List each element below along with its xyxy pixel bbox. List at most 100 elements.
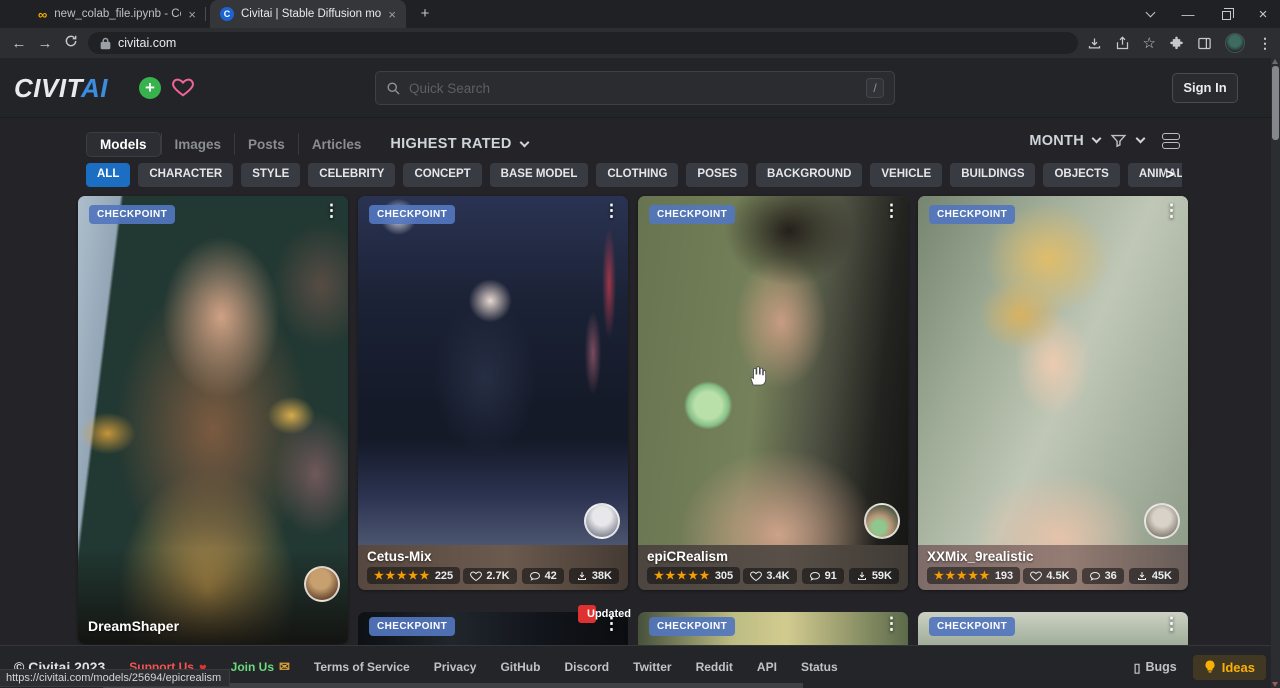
category-chip-base-model[interactable]: BASE MODEL bbox=[490, 163, 589, 187]
creator-avatar[interactable] bbox=[1144, 503, 1180, 539]
footer-link-status[interactable]: Status bbox=[801, 660, 838, 674]
address-bar[interactable]: civitai.com bbox=[88, 32, 1078, 54]
model-card-epicrealism[interactable]: CHECKPOINT ⋮ epiCRealism ★★★★★305 3.4K 9… bbox=[638, 196, 908, 590]
likes-pill[interactable]: 2.7K bbox=[463, 568, 516, 584]
rating-pill[interactable]: ★★★★★193 bbox=[927, 567, 1020, 584]
quick-search-bar[interactable]: / bbox=[375, 71, 895, 105]
footer-link-join-us[interactable]: Join Us✉ bbox=[231, 659, 290, 675]
scrollbar-thumb[interactable] bbox=[1272, 66, 1279, 140]
browser-tab-civitai[interactable]: C Civitai | Stable Diffusion models, × bbox=[210, 0, 406, 28]
rating-count: 225 bbox=[435, 570, 453, 582]
footer-link-reddit[interactable]: Reddit bbox=[696, 660, 733, 674]
url-text[interactable]: civitai.com bbox=[118, 36, 176, 50]
creator-avatar[interactable] bbox=[584, 503, 620, 539]
card-menu-kebab-icon[interactable]: ⋮ bbox=[323, 202, 340, 219]
window-minimize-button[interactable]: — bbox=[1176, 0, 1200, 28]
chips-scroll-right-arrow[interactable]: > bbox=[1158, 163, 1182, 187]
comments-pill[interactable]: 36 bbox=[1082, 568, 1124, 584]
category-chip-objects[interactable]: OBJECTS bbox=[1043, 163, 1119, 187]
browser-menu-kebab-icon[interactable]: ⋮ bbox=[1258, 35, 1272, 52]
rating-pill[interactable]: ★★★★★225 bbox=[367, 567, 460, 584]
favorites-heart-icon[interactable] bbox=[171, 76, 195, 103]
bookmark-star-icon[interactable]: ☆ bbox=[1143, 34, 1156, 52]
upload-plus-button[interactable]: + bbox=[139, 77, 161, 99]
tab-posts[interactable]: Posts bbox=[235, 133, 298, 156]
bugs-button[interactable]: ▯Bugs bbox=[1134, 660, 1177, 675]
sign-in-button[interactable]: Sign In bbox=[1172, 73, 1238, 103]
card-menu-kebab-icon[interactable]: ⋮ bbox=[883, 202, 900, 219]
downloads-count: 59K bbox=[872, 570, 892, 582]
category-chip-vehicle[interactable]: VEHICLE bbox=[870, 163, 942, 187]
close-tab-icon[interactable]: × bbox=[188, 7, 196, 22]
likes-pill[interactable]: 4.5K bbox=[1023, 568, 1076, 584]
civitai-logo[interactable]: CIVITAI bbox=[14, 73, 108, 104]
chevron-down-icon bbox=[519, 137, 529, 147]
tab-images[interactable]: Images bbox=[162, 133, 235, 156]
category-chip-celebrity[interactable]: CELEBRITY bbox=[308, 163, 395, 187]
downloads-pill[interactable]: 59K bbox=[849, 568, 899, 584]
card-menu-kebab-icon[interactable]: ⋮ bbox=[603, 202, 620, 219]
comments-pill[interactable]: 42 bbox=[522, 568, 564, 584]
scrollbar-up-arrow[interactable] bbox=[1272, 59, 1278, 64]
period-dropdown[interactable]: MONTH bbox=[1029, 133, 1100, 149]
category-chip-character[interactable]: CHARACTER bbox=[138, 163, 233, 187]
back-button[interactable]: ← bbox=[6, 35, 32, 52]
tab-models[interactable]: Models bbox=[86, 132, 161, 157]
likes-pill[interactable]: 3.4K bbox=[743, 568, 796, 584]
card-menu-kebab-icon[interactable]: ⋮ bbox=[1163, 615, 1180, 632]
model-card-dreamshaper[interactable]: CHECKPOINT ⋮ DreamShaper bbox=[78, 196, 348, 644]
updated-badge: Updated bbox=[578, 605, 596, 623]
close-tab-icon[interactable]: × bbox=[388, 7, 396, 22]
forward-button[interactable]: → bbox=[32, 35, 58, 52]
window-restore-button[interactable] bbox=[1214, 0, 1238, 28]
category-chip-concept[interactable]: CONCEPT bbox=[403, 163, 481, 187]
share-icon[interactable] bbox=[1115, 36, 1130, 51]
sort-dropdown[interactable]: HIGHEST RATED bbox=[390, 136, 527, 152]
extensions-puzzle-icon[interactable] bbox=[1169, 36, 1184, 51]
envelope-icon: ✉ bbox=[279, 659, 290, 675]
category-chip-poses[interactable]: POSES bbox=[686, 163, 748, 187]
sort-label: HIGHEST RATED bbox=[390, 136, 511, 152]
category-chip-buildings[interactable]: BUILDINGS bbox=[950, 163, 1035, 187]
period-label: MONTH bbox=[1029, 133, 1084, 149]
model-card-xxmix-9realistic[interactable]: CHECKPOINT ⋮ XXMix_9realistic ★★★★★193 4… bbox=[918, 196, 1188, 590]
comments-pill[interactable]: 91 bbox=[802, 568, 844, 584]
footer-link-api[interactable]: API bbox=[757, 660, 777, 674]
download-icon[interactable] bbox=[1087, 36, 1102, 51]
category-chip-background[interactable]: BACKGROUND bbox=[756, 163, 862, 187]
window-close-button[interactable]: × bbox=[1250, 0, 1276, 28]
footer-link-privacy[interactable]: Privacy bbox=[434, 660, 477, 674]
downloads-pill[interactable]: 38K bbox=[569, 568, 619, 584]
category-chip-style[interactable]: STYLE bbox=[241, 163, 300, 187]
model-card-cetus-mix[interactable]: CHECKPOINT ⋮ Cetus-Mix ★★★★★225 2.7K 42 … bbox=[358, 196, 628, 590]
tab-search-chevron-icon[interactable] bbox=[1138, 0, 1162, 28]
chevron-down-icon[interactable] bbox=[1136, 134, 1146, 144]
browser-profile-avatar[interactable] bbox=[1225, 33, 1245, 53]
rating-pill[interactable]: ★★★★★305 bbox=[647, 567, 740, 584]
ideas-button[interactable]: Ideas bbox=[1193, 655, 1266, 680]
new-tab-button[interactable]: + bbox=[416, 5, 434, 23]
footer-link-github[interactable]: GitHub bbox=[500, 660, 540, 674]
footer-link-terms[interactable]: Terms of Service bbox=[314, 660, 410, 674]
side-panel-icon[interactable] bbox=[1197, 36, 1212, 51]
footer-link-twitter[interactable]: Twitter bbox=[633, 660, 671, 674]
downloads-pill[interactable]: 45K bbox=[1129, 568, 1179, 584]
card-menu-kebab-icon[interactable]: ⋮ bbox=[1163, 202, 1180, 219]
filter-funnel-icon[interactable] bbox=[1110, 132, 1127, 149]
page-scrollbar[interactable] bbox=[1271, 58, 1280, 688]
category-chip-all[interactable]: ALL bbox=[86, 163, 130, 187]
colab-icon: ∞ bbox=[38, 7, 47, 22]
search-input[interactable] bbox=[409, 81, 858, 96]
creator-avatar[interactable] bbox=[304, 566, 340, 602]
heart-icon bbox=[1030, 570, 1042, 582]
card-menu-kebab-icon[interactable]: ⋮ bbox=[883, 615, 900, 632]
scrollbar-down-arrow[interactable] bbox=[1272, 682, 1278, 687]
footer-link-discord[interactable]: Discord bbox=[564, 660, 609, 674]
reload-button[interactable] bbox=[58, 34, 84, 52]
model-title: epiCRealism bbox=[647, 549, 899, 564]
creator-avatar[interactable] bbox=[864, 503, 900, 539]
tab-articles[interactable]: Articles bbox=[299, 133, 375, 156]
browser-tab-colab[interactable]: ∞ new_colab_file.ipynb - Colaborat × bbox=[28, 0, 206, 28]
category-chip-clothing[interactable]: CLOTHING bbox=[596, 163, 678, 187]
layout-toggle-icon[interactable] bbox=[1162, 133, 1180, 149]
